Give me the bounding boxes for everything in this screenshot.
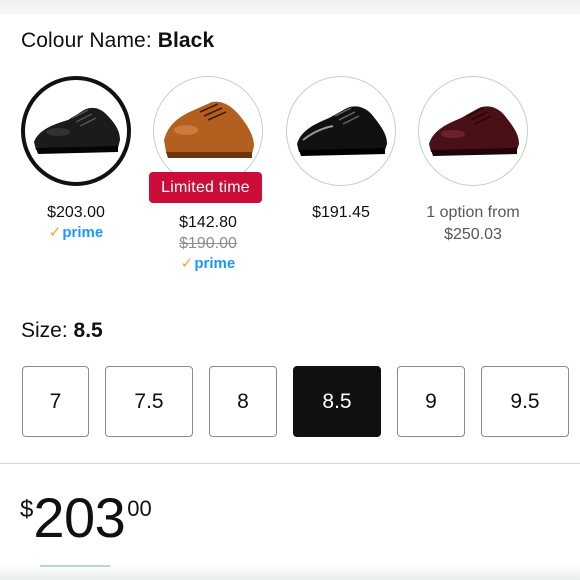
prime-badge: ✓ prime xyxy=(181,254,235,274)
size-option-7[interactable]: 7 xyxy=(22,366,89,437)
size-value: 8.5 xyxy=(73,319,103,342)
product-price: $ 203 00 xyxy=(20,489,152,547)
prime-badge: ✓ prime xyxy=(49,223,103,243)
bottom-accent-line xyxy=(40,565,110,567)
product-variation-panel: Colour Name: Black $203.00 ✓ prime Limit… xyxy=(0,0,580,580)
tan-shoe-icon xyxy=(164,101,254,158)
colour-name-caption: Colour Name: xyxy=(21,29,152,52)
size-option-8[interactable]: 8 xyxy=(209,366,277,437)
swatch-old-price: $190.00 xyxy=(179,235,237,252)
price-symbol: $ xyxy=(20,496,34,523)
swatch-option-line1: 1 option from xyxy=(426,204,520,221)
section-divider xyxy=(0,463,580,464)
swatch-black-patent[interactable]: $191.45 xyxy=(286,76,396,223)
swatch-image-burgundy-leather xyxy=(418,76,528,186)
burgundy-shoe-icon xyxy=(429,106,519,156)
swatch-option-line2: $250.03 xyxy=(444,226,502,243)
top-strip xyxy=(0,0,580,14)
price-fraction: 00 xyxy=(127,496,152,521)
swatch-price: $191.45 xyxy=(312,204,370,221)
price-whole: 203 xyxy=(33,486,126,549)
size-option-9-5[interactable]: 9.5 xyxy=(481,366,569,437)
size-option-9[interactable]: 9 xyxy=(397,366,465,437)
size-label: Size: 8.5 xyxy=(21,319,103,343)
prime-label: prime xyxy=(194,255,236,272)
swatch-burgundy-leather[interactable]: 1 option from $250.03 xyxy=(418,76,528,246)
colour-name-value: Black xyxy=(157,29,215,52)
prime-check-icon: ✓ xyxy=(48,224,62,241)
swatch-tan-leather[interactable]: Limited time $142.80 $190.00 ✓ prime xyxy=(149,76,263,274)
limited-time-badge: Limited time xyxy=(149,172,262,203)
swatch-price: $203.00 xyxy=(47,204,105,221)
swatch-black-leather[interactable]: $203.00 ✓ prime xyxy=(21,76,131,243)
swatch-price: $142.80 xyxy=(179,214,237,231)
swatch-image-black-leather xyxy=(21,76,131,186)
size-caption: Size: xyxy=(21,319,68,342)
size-option-7-5[interactable]: 7.5 xyxy=(105,366,193,437)
swatch-image-black-patent xyxy=(286,76,396,186)
prime-check-icon: ✓ xyxy=(180,255,194,272)
black-shoe-icon xyxy=(34,107,120,154)
swatch-image-tan-leather xyxy=(153,76,263,186)
patent-shoe-icon xyxy=(297,106,387,156)
colour-name-label: Colour Name: Black xyxy=(21,29,214,53)
prime-label: prime xyxy=(62,224,104,241)
size-option-8-5[interactable]: 8.5 xyxy=(293,366,381,437)
